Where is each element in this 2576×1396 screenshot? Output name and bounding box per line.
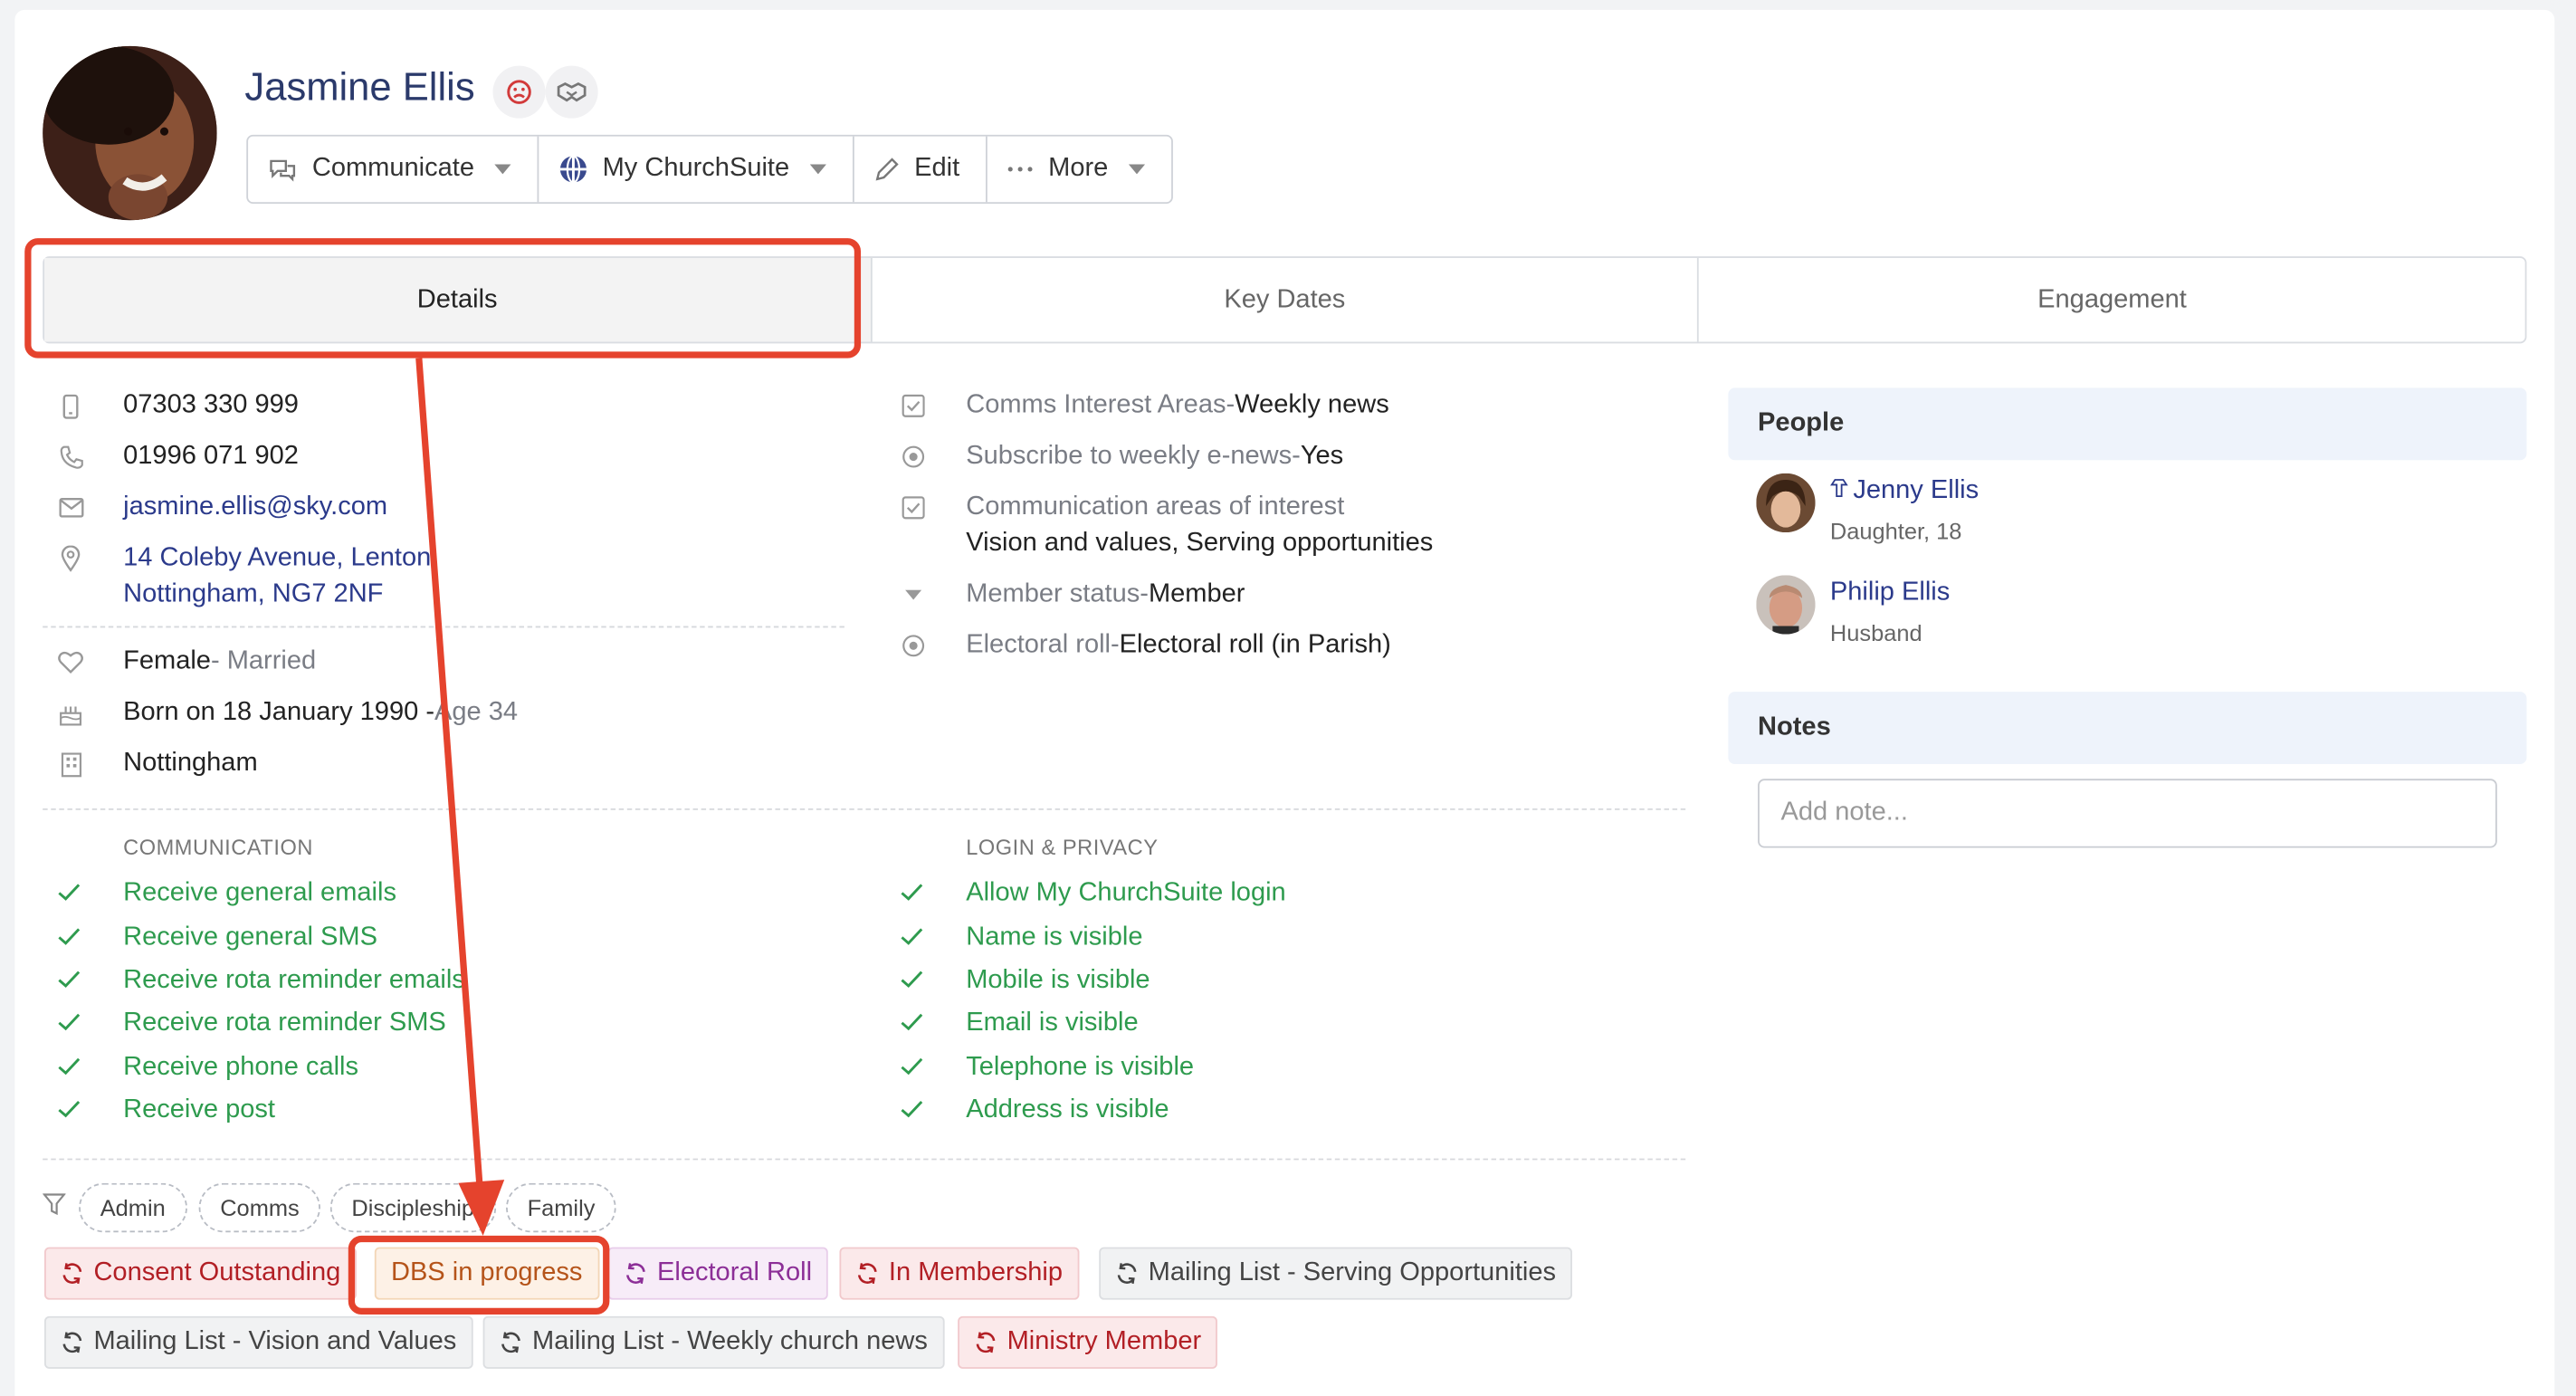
annotation-arrow bbox=[415, 358, 505, 1236]
